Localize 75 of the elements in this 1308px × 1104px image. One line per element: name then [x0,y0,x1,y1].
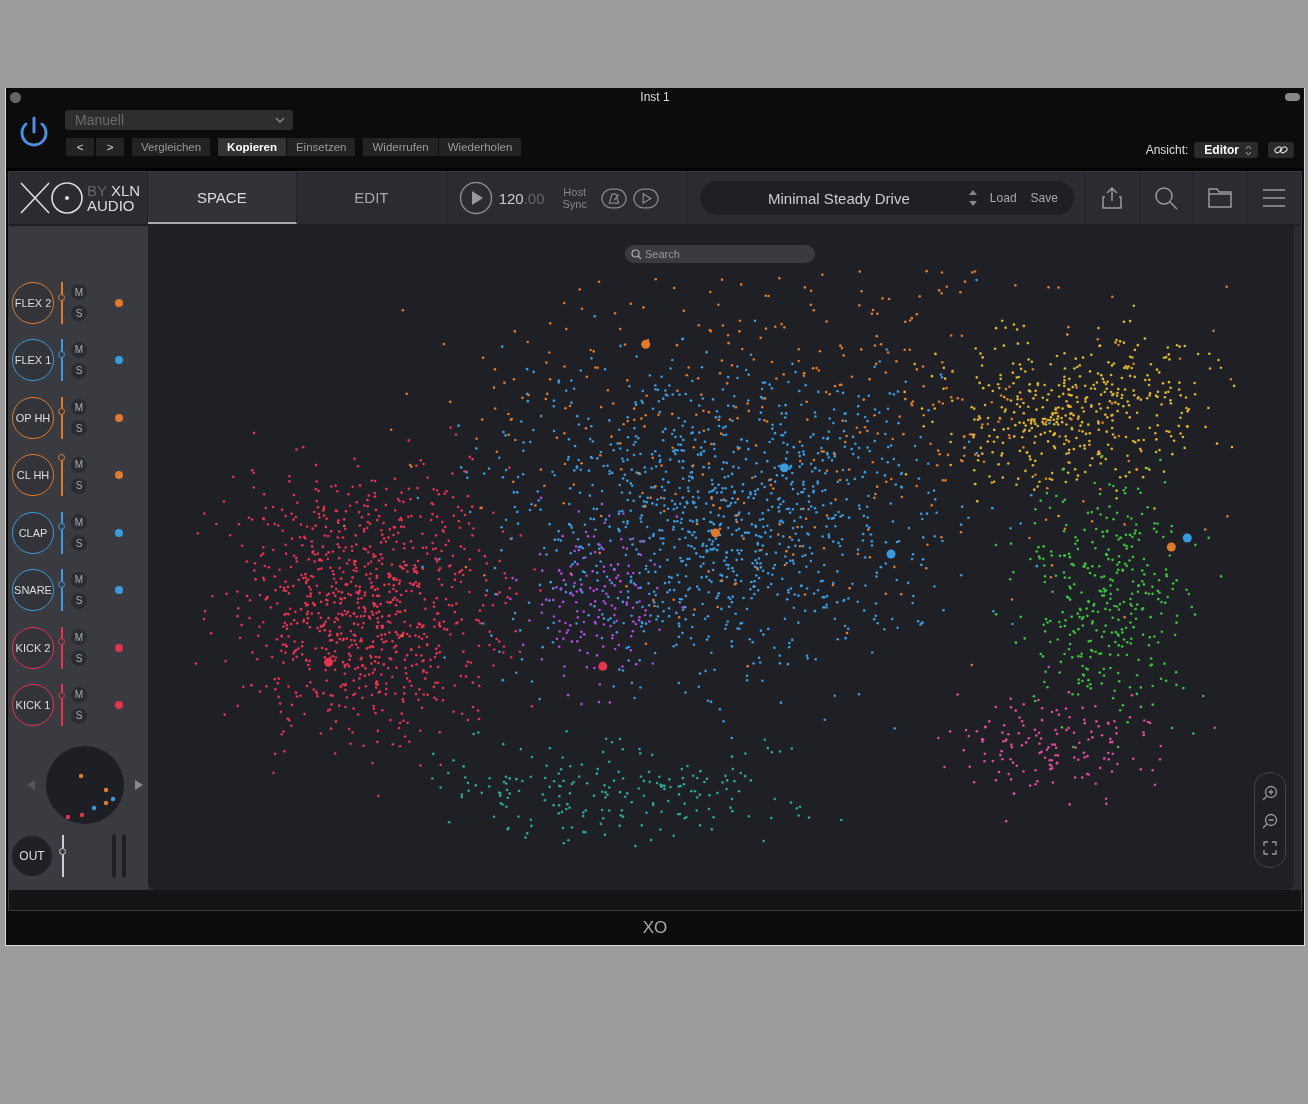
plugin-name: XO [642,918,668,938]
logo-text: BY XLN [87,183,141,198]
fader-handle[interactable] [58,580,65,588]
search-field[interactable]: Search [625,245,815,263]
solo-button[interactable]: S [71,305,87,322]
play-icon[interactable] [632,187,659,209]
folder-icon[interactable] [1207,188,1232,208]
mute-button[interactable]: M [71,284,87,301]
fader-handle[interactable] [58,691,65,699]
chevron-down-icon [275,117,285,123]
metronome-icon[interactable] [600,187,627,209]
search-icon [631,249,642,260]
fader-handle[interactable] [58,638,65,646]
share-icon[interactable] [1101,186,1124,210]
fader-handle[interactable] [58,350,65,358]
logo-mark-icon [19,181,83,215]
preset-name[interactable]: Minimal Steady Drive [719,189,958,207]
channel-button[interactable]: FLEX 2 [12,281,54,324]
solo-button[interactable]: S [71,650,87,667]
menu-icon[interactable] [1261,189,1286,207]
mute-button[interactable]: M [71,686,87,703]
previous-button[interactable]: < [66,138,94,156]
host-action-button[interactable]: Einsetzen [286,138,356,156]
solo-button[interactable]: S [71,477,87,494]
logo-subtext: AUDIO [87,198,136,213]
right-arrow-icon[interactable] [135,780,143,790]
tab[interactable]: SPACE [147,172,298,224]
fader-handle[interactable] [58,293,65,301]
mute-button[interactable]: M [71,399,87,416]
mute-button[interactable]: M [71,571,87,588]
view-dropdown[interactable]: Editor [1194,142,1258,158]
host-action-button[interactable]: Wiederholen [438,138,522,156]
window-zoom-button[interactable] [1285,93,1300,101]
tempo-value[interactable]: 120.00 [498,189,555,207]
channel-button[interactable]: KICK 1 [12,684,54,727]
up-down-icon [1245,144,1252,156]
play-icon[interactable] [458,181,493,215]
channel-button[interactable]: OP HH [12,396,54,439]
channel-button[interactable]: CLAP [12,511,54,554]
solo-button[interactable]: S [71,362,87,379]
mute-button[interactable]: M [71,629,87,646]
up-down-icon[interactable] [967,188,978,208]
fader-handle[interactable] [58,523,65,531]
zoom-out-icon[interactable] [1262,813,1278,829]
host-action-button[interactable]: Widerrufen [363,138,438,156]
mute-button[interactable]: M [71,456,87,473]
view-label: Ansicht: [1145,143,1189,157]
window-title: Inst 1 [640,90,670,104]
next-button[interactable]: > [96,138,124,156]
link-button[interactable] [1268,142,1294,158]
channel-button[interactable]: CL HH [12,454,54,497]
solo-button[interactable]: S [71,592,87,609]
solo-button[interactable]: S [71,420,87,437]
fader-handle[interactable] [58,408,65,416]
link-icon [1274,144,1288,156]
solo-button[interactable]: S [71,707,87,724]
fit-view-icon[interactable] [1263,841,1277,855]
fader-handle[interactable] [59,847,66,855]
load-button[interactable]: Load [987,191,1019,205]
host-action-button[interactable]: Vergleichen [132,138,211,156]
channel-button[interactable]: FLEX 1 [12,339,54,382]
mute-button[interactable]: M [71,341,87,358]
search-icon[interactable] [1153,186,1178,210]
solo-button[interactable]: S [71,535,87,552]
level-meter [112,834,126,878]
channel-button[interactable]: KICK 2 [12,626,54,669]
mute-button[interactable]: M [71,514,87,531]
output-button[interactable]: OUT [12,836,52,876]
window-close-button[interactable] [10,91,21,103]
fader-handle[interactable] [58,454,65,462]
host-sync-label: Host Sync [561,186,588,210]
host-action-button[interactable]: Kopieren [218,138,286,156]
channel-button[interactable]: SNARE [12,569,54,612]
zoom-in-icon[interactable] [1262,785,1278,801]
save-button[interactable]: Save [1028,191,1060,205]
